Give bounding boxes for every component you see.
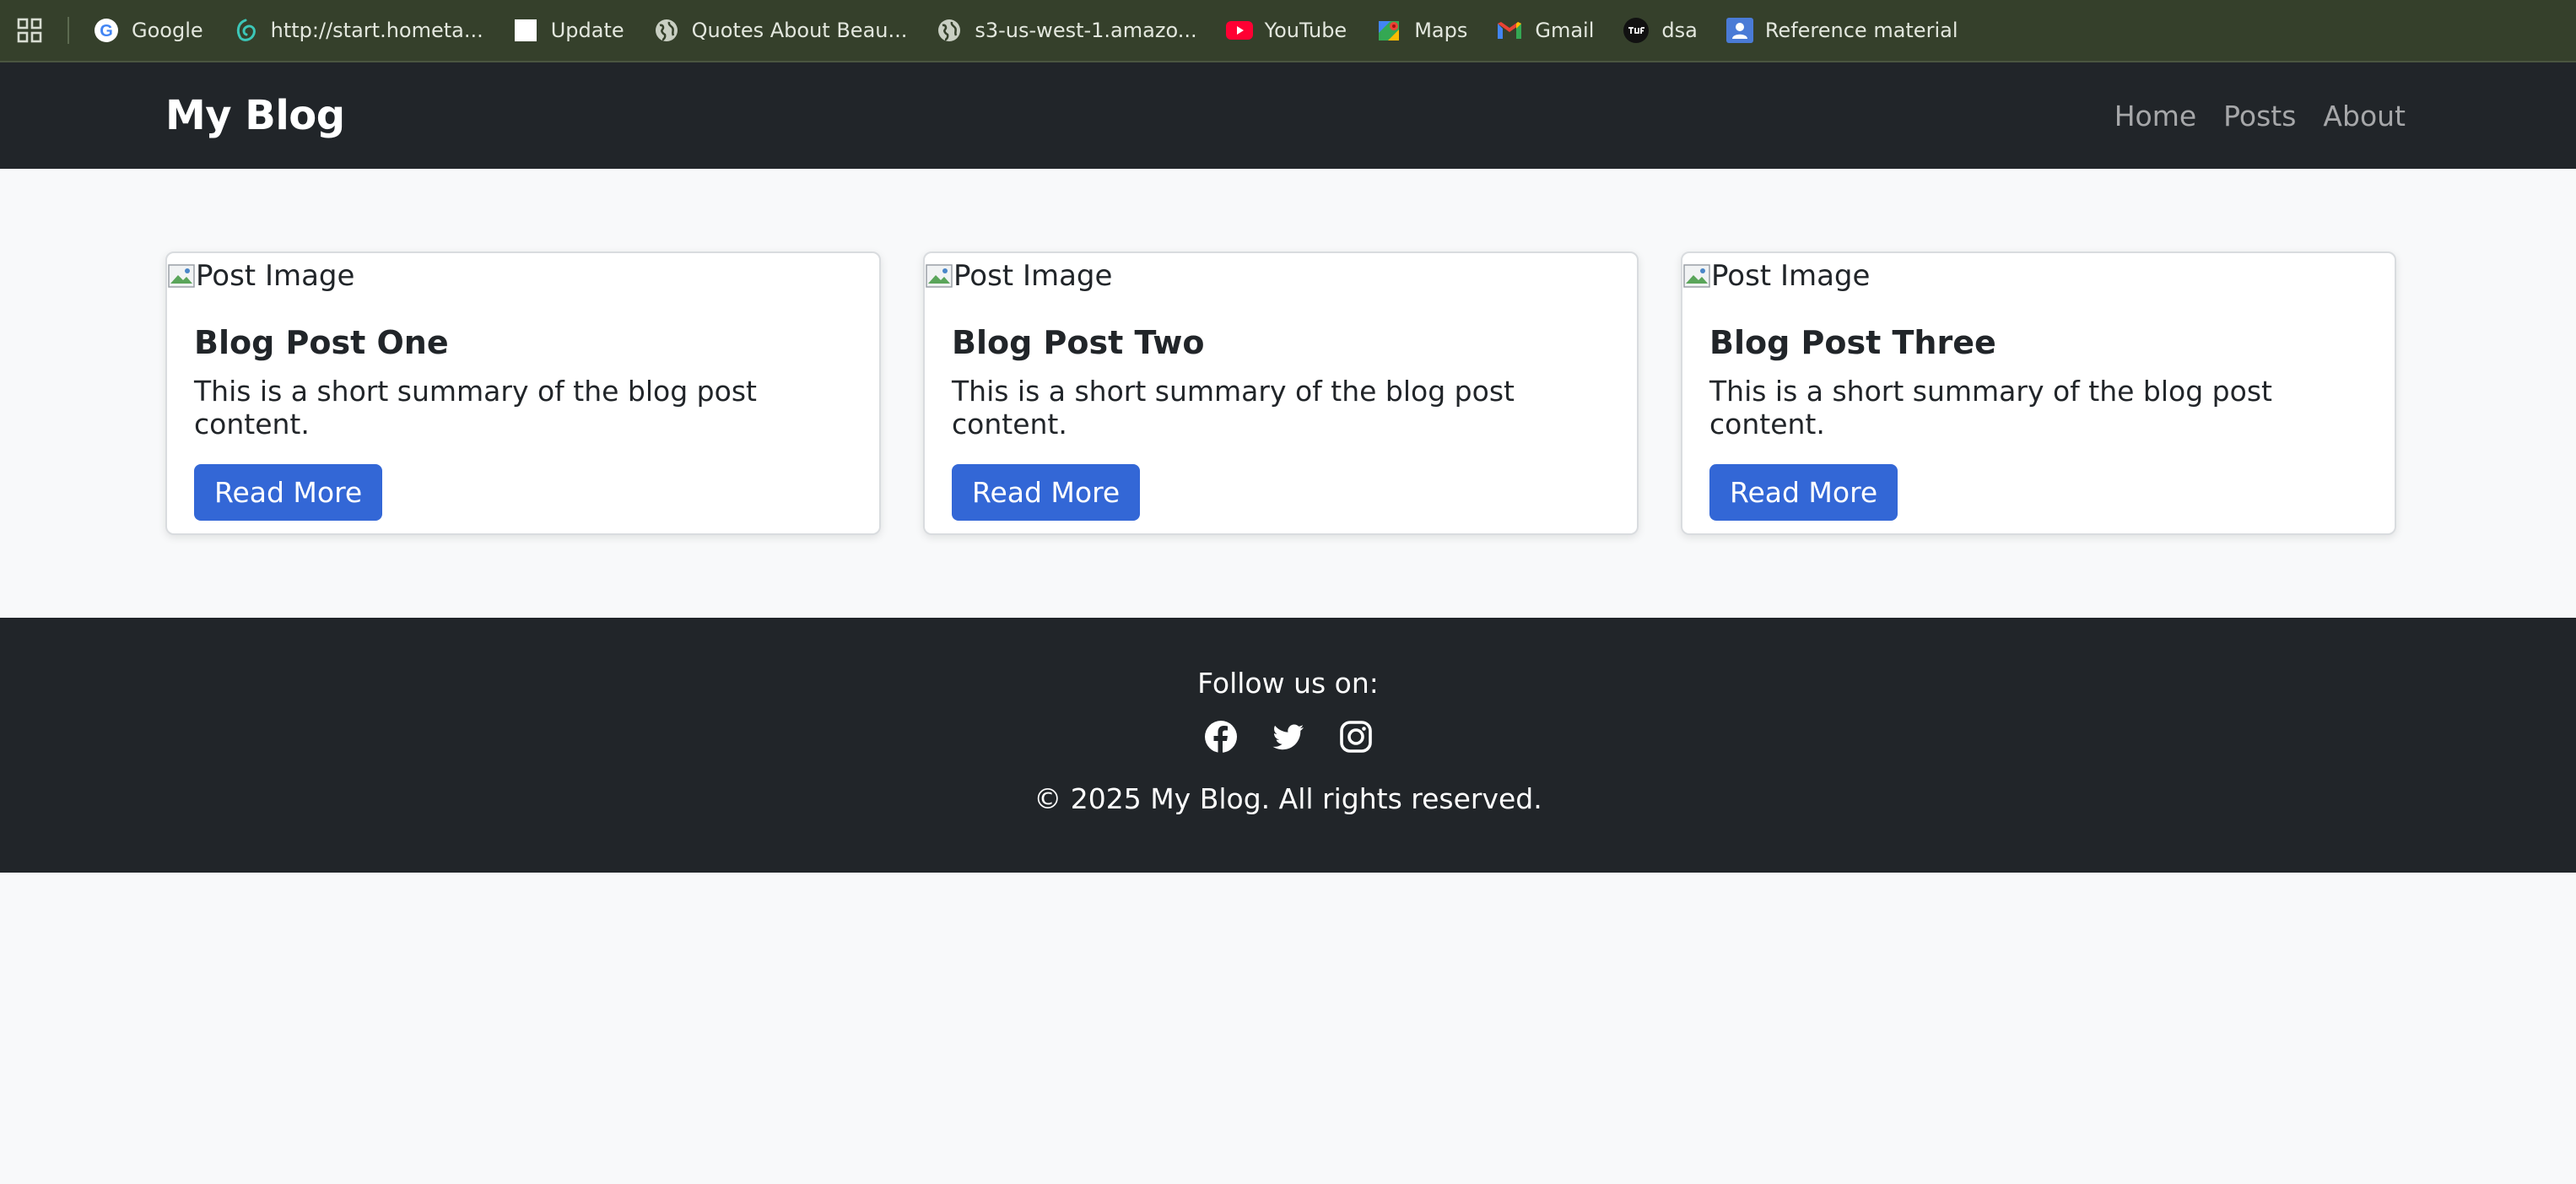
bookmark-s3[interactable]: s3-us-west-1.amazo... [936, 17, 1197, 44]
bookmark-google[interactable]: G Google [93, 17, 203, 44]
gmail-icon [1496, 17, 1523, 44]
broken-image-icon [167, 262, 196, 290]
bookmark-label: Gmail [1535, 19, 1595, 42]
post-image: Post Image [1682, 253, 2395, 299]
post-image-alt-text: Post Image [1711, 259, 1871, 293]
bookmark-update[interactable]: Update [512, 17, 624, 44]
instagram-icon[interactable] [1339, 720, 1373, 754]
read-more-button[interactable]: Read More [1709, 464, 1898, 521]
globe-icon [936, 17, 963, 44]
post-card-body: Blog Post Two This is a short summary of… [925, 299, 1637, 521]
bookmark-label: Google [132, 19, 203, 42]
google-icon: G [93, 17, 120, 44]
read-more-button[interactable]: Read More [952, 464, 1141, 521]
bookmark-reference-material[interactable]: Reference material [1725, 17, 1958, 44]
tuf-icon [1623, 17, 1650, 44]
nav-link-about[interactable]: About [2323, 100, 2406, 132]
post-card-grid: Post Image Blog Post One This is a short… [165, 251, 2576, 535]
main-content: Post Image Blog Post One This is a short… [0, 169, 2576, 618]
post-summary: This is a short summary of the blog post… [194, 375, 757, 441]
bookmark-label: dsa [1661, 19, 1698, 42]
follow-us-label: Follow us on: [1197, 667, 1379, 700]
bookmark-label: Update [550, 19, 624, 42]
bookmark-label: http://start.hometa... [270, 19, 483, 42]
facebook-icon[interactable] [1204, 720, 1238, 754]
post-title: Blog Post Two [952, 324, 1205, 361]
bookmark-maps[interactable]: Maps [1375, 17, 1467, 44]
social-links [0, 720, 2576, 754]
bookmarks-divider [68, 17, 69, 44]
post-summary: This is a short summary of the blog post… [1709, 375, 2272, 441]
post-image: Post Image [167, 253, 879, 299]
classroom-icon [1725, 17, 1753, 44]
read-more-button[interactable]: Read More [194, 464, 383, 521]
globe-icon [653, 17, 680, 44]
post-card: Post Image Blog Post Three This is a sho… [1681, 251, 2396, 535]
bookmark-dsa[interactable]: dsa [1623, 17, 1698, 44]
bookmark-label: Maps [1414, 19, 1468, 42]
post-title: Blog Post Three [1709, 324, 1996, 361]
post-image: Post Image [925, 253, 1637, 299]
copyright-text: © 2025 My Blog. All rights reserved. [1034, 782, 1542, 815]
post-card: Post Image Blog Post One This is a short… [165, 251, 881, 535]
maps-icon [1375, 17, 1402, 44]
nav-link-posts[interactable]: Posts [2223, 100, 2296, 132]
bookmark-hometab[interactable]: http://start.hometa... [232, 17, 483, 44]
post-image-alt-text: Post Image [953, 259, 1113, 293]
twitter-icon[interactable] [1272, 720, 1305, 754]
bookmarks-bar: G Google http://start.hometa... Update Q… [0, 0, 2576, 62]
nav-links: Home Posts About [2114, 100, 2406, 132]
bookmark-quotes[interactable]: Quotes About Beau... [653, 17, 908, 44]
bookmark-label: s3-us-west-1.amazo... [975, 19, 1197, 42]
bookmark-label: YouTube [1264, 19, 1347, 42]
nav-link-home[interactable]: Home [2114, 100, 2196, 132]
post-summary: This is a short summary of the blog post… [952, 375, 1515, 441]
site-footer: Follow us on: © 2025 My Blog. All rights… [0, 618, 2576, 873]
post-image-alt-text: Post Image [196, 259, 355, 293]
bookmark-label: Reference material [1764, 19, 1958, 42]
bookmark-gmail[interactable]: Gmail [1496, 17, 1594, 44]
hometab-icon [232, 17, 259, 44]
blank-page-icon [512, 17, 539, 44]
svg-text:G: G [100, 22, 113, 41]
site-navbar: My Blog Home Posts About [0, 62, 2576, 169]
bookmark-youtube[interactable]: YouTube [1225, 17, 1347, 44]
post-card-body: Blog Post Three This is a short summary … [1682, 299, 2395, 521]
post-card: Post Image Blog Post Two This is a short… [923, 251, 1639, 535]
broken-image-icon [925, 262, 953, 290]
youtube-icon [1225, 17, 1253, 44]
broken-image-icon [1682, 262, 1711, 290]
post-card-body: Blog Post One This is a short summary of… [167, 299, 879, 521]
post-title: Blog Post One [194, 324, 449, 361]
bookmark-label: Quotes About Beau... [691, 19, 908, 42]
apps-grid-icon[interactable] [15, 16, 44, 45]
brand-logo-text[interactable]: My Blog [165, 92, 345, 139]
